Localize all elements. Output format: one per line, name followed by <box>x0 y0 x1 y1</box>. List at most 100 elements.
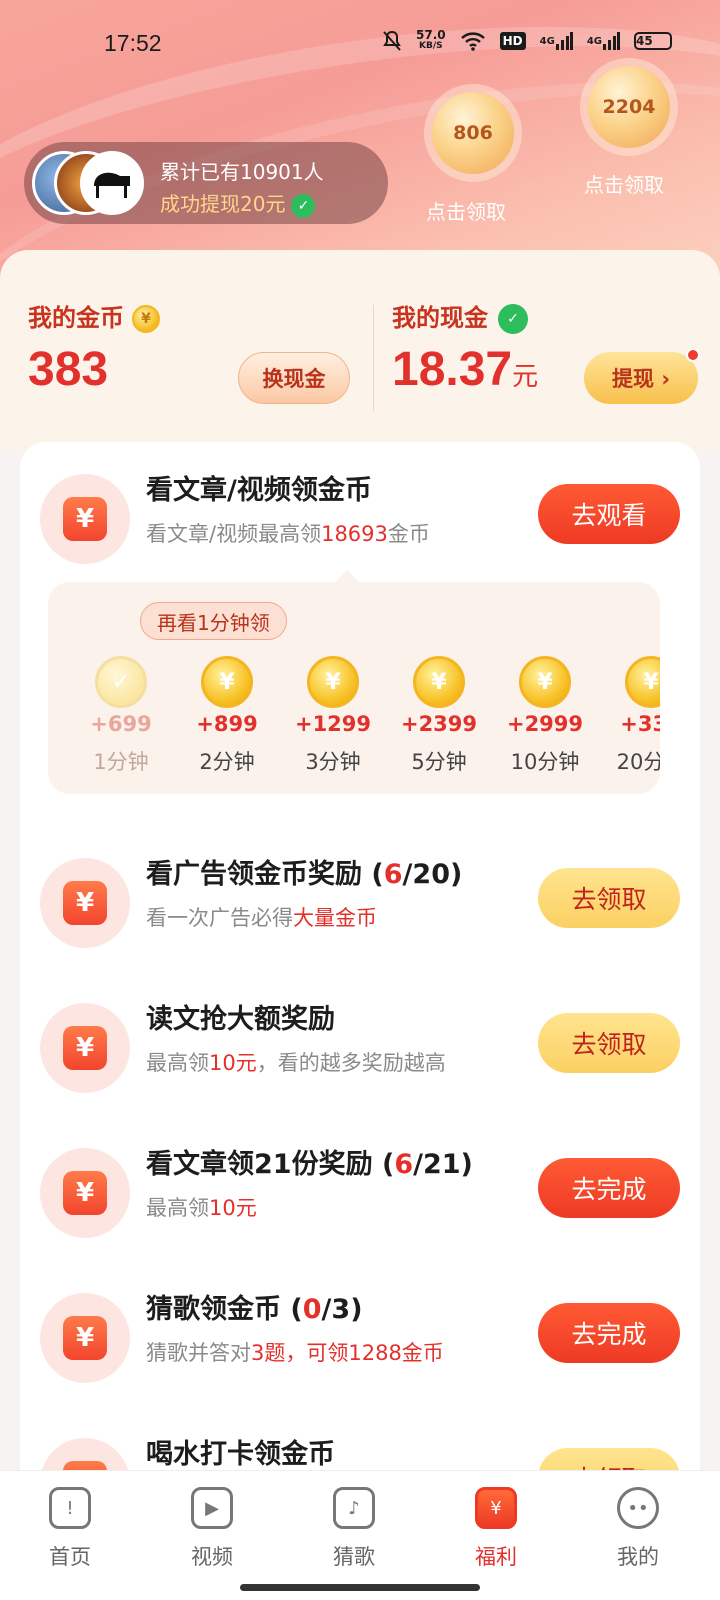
status-time: 17:52 <box>104 30 162 56</box>
task-title-text: /3) <box>321 1294 363 1325</box>
progress-step: ¥ +899 2分钟 <box>174 656 280 776</box>
task-subtitle: 猜歌并答对3题，可领1288金币 <box>146 1337 444 1367</box>
step-time: 5分钟 <box>411 750 467 774</box>
net-speed: 57.0 KB/S <box>416 28 446 52</box>
task-title: 看文章领21份奖励 (6/21) <box>146 1142 473 1181</box>
withdraw-ticker: 累计已有10901人 成功提现20元 ✓ <box>24 142 388 224</box>
winner-amount-text: 成功提现20元 <box>160 192 286 216</box>
music-note-icon: ♪ <box>333 1487 375 1529</box>
coins-label-row: 我的金币 ¥ <box>28 298 160 333</box>
tab-home[interactable]: ! 首页 <box>20 1487 120 1571</box>
wifi-icon <box>460 31 486 51</box>
piano-avatar <box>80 151 144 215</box>
step-time: 3分钟 <box>305 750 361 774</box>
coins-label: 我的金币 <box>28 304 124 332</box>
task-item-21-rewards: ¥ 看文章领21份奖励 (6/21) 最高领10元 去完成 <box>20 1142 700 1242</box>
mute-bell-icon <box>382 30 402 52</box>
complete-button[interactable]: 去完成 <box>538 1303 680 1363</box>
tab-label: 视频 <box>191 1545 233 1569</box>
yuan-icon: ¥ <box>40 858 130 948</box>
hd-badge: HD <box>499 32 526 50</box>
progress-step: ¥ +1299 3分钟 <box>280 656 386 776</box>
cash-value: 18.37 <box>392 343 513 396</box>
coin-bubble-1-label[interactable]: 点击领取 <box>426 196 506 225</box>
task-subtitle-highlight: 10元 <box>209 1196 257 1220</box>
coin-icon: ¥ <box>625 656 660 708</box>
task-title-text: /21) <box>413 1149 473 1180</box>
task-subtitle: 最高领10元 <box>146 1192 257 1222</box>
watch-button[interactable]: 去观看 <box>538 484 680 544</box>
coin-icon: ¥ <box>201 656 253 708</box>
winner-count-text: 累计已有10901人 <box>160 160 324 184</box>
task-progress-count: 6 <box>383 859 403 890</box>
step-amount: +2399 <box>400 712 478 736</box>
task-subtitle-text: 金币 <box>387 522 430 546</box>
task-progress-count: 6 <box>394 1149 414 1180</box>
step-amount: +899 <box>196 712 258 736</box>
complete-button[interactable]: 去完成 <box>538 1158 680 1218</box>
tab-label: 首页 <box>49 1545 91 1569</box>
yuan-icon: ¥ <box>475 1487 517 1529</box>
cash-label: 我的现金 <box>392 304 488 332</box>
claim-button[interactable]: 去领取 <box>538 868 680 928</box>
step-amount: +2999 <box>506 712 584 736</box>
play-icon: ▶ <box>191 1487 233 1529</box>
coin-icon: ¥ <box>413 656 465 708</box>
home-indicator[interactable] <box>240 1584 480 1591</box>
tab-me[interactable]: •• 我的 <box>588 1487 688 1571</box>
task-title: 看广告领金币奖励 (6/20) <box>146 852 462 891</box>
task-subtitle-text: 猜歌并答对 <box>146 1341 251 1365</box>
net-speed-value: 57.0 <box>416 28 446 42</box>
tab-label: 猜歌 <box>333 1545 375 1569</box>
bottom-tab-bar: ! 首页 ▶ 视频 ♪ 猜歌 ¥ 福利 •• 我的 <box>0 1470 720 1600</box>
status-bar: 17:52 57.0 KB/S HD 4G 4G 45 <box>0 22 720 66</box>
task-subtitle-text: ，看的越多奖励越高 <box>256 1051 446 1075</box>
coin-bubble-2[interactable]: 2204 <box>588 66 670 148</box>
step-time: 2分钟 <box>199 750 255 774</box>
task-subtitle-text: 最高领 <box>146 1196 209 1220</box>
step-amount: +1299 <box>294 712 372 736</box>
cash-label-row: 我的现金 ✓ <box>392 298 528 334</box>
withdraw-button[interactable]: 提现 › <box>584 352 698 404</box>
step-time: 20分钟 <box>616 750 660 774</box>
coin-icon: ¥ <box>307 656 359 708</box>
face-icon: •• <box>617 1487 659 1529</box>
coin-bubble-2-label[interactable]: 点击领取 <box>584 169 664 198</box>
watch-progress-panel: 再看1分钟领 ✓ +699 1分钟 ¥ +899 2分钟 ¥ +1299 3分钟… <box>48 582 660 794</box>
exchange-cash-button[interactable]: 换现金 <box>238 352 350 404</box>
winner-amount-line: 成功提现20元 ✓ <box>160 188 316 218</box>
task-title: 看文章/视频领金币 <box>146 475 372 506</box>
task-subtitle: 最高领10元，看的越多奖励越高 <box>146 1047 446 1077</box>
wallet-card: 我的金币 ¥ 383 换现金 我的现金 ✓ 18.37元 提现 › <box>0 250 720 450</box>
tab-video[interactable]: ▶ 视频 <box>162 1487 262 1571</box>
task-subtitle-highlight: 3题，可领1288金币 <box>251 1341 444 1365</box>
tab-welfare[interactable]: ¥ 福利 <box>446 1487 546 1571</box>
task-subtitle-highlight: 大量金币 <box>293 906 377 930</box>
task-title-text: 猜歌领金币 ( <box>146 1294 303 1325</box>
signal-icon-1: 4G <box>540 32 573 50</box>
yuan-icon: ¥ <box>40 1003 130 1093</box>
progress-step: ✓ +699 1分钟 <box>68 656 174 776</box>
progress-step: ¥ +2999 10分钟 <box>492 656 598 776</box>
tab-guess-song[interactable]: ♪ 猜歌 <box>304 1487 404 1571</box>
step-amount: +699 <box>90 712 152 736</box>
notification-dot <box>686 348 700 362</box>
task-item-ads: ¥ 看广告领金币奖励 (6/20) 看一次广告必得大量金币 去领取 <box>20 852 700 952</box>
task-title-text: /20) <box>402 859 463 890</box>
progress-steps: ✓ +699 1分钟 ¥ +899 2分钟 ¥ +1299 3分钟 ¥ +239… <box>68 656 660 776</box>
coin-icon: ¥ <box>132 305 160 333</box>
task-item-read-reward: ¥ 读文抢大额奖励 最高领10元，看的越多奖励越高 去领取 <box>20 997 700 1097</box>
task-title-text: 看广告领金币奖励 ( <box>146 859 384 890</box>
signal-icon-2: 4G <box>587 32 620 50</box>
progress-step: ¥ +339 20分钟 <box>598 656 660 776</box>
task-progress-count: 0 <box>302 1294 322 1325</box>
coin-bubble-1[interactable]: 806 <box>432 92 514 174</box>
claim-button[interactable]: 去领取 <box>538 1013 680 1073</box>
net-speed-unit: KB/S <box>419 41 443 51</box>
yuan-icon: ¥ <box>40 1148 130 1238</box>
task-subtitle-text: 看一次广告必得 <box>146 906 293 930</box>
task-subtitle-highlight: 18693 <box>321 522 388 546</box>
battery-icon: 45 <box>634 32 672 50</box>
coins-value: 383 <box>28 343 109 396</box>
task-title-text: 看文章领21份奖励 ( <box>146 1149 395 1180</box>
